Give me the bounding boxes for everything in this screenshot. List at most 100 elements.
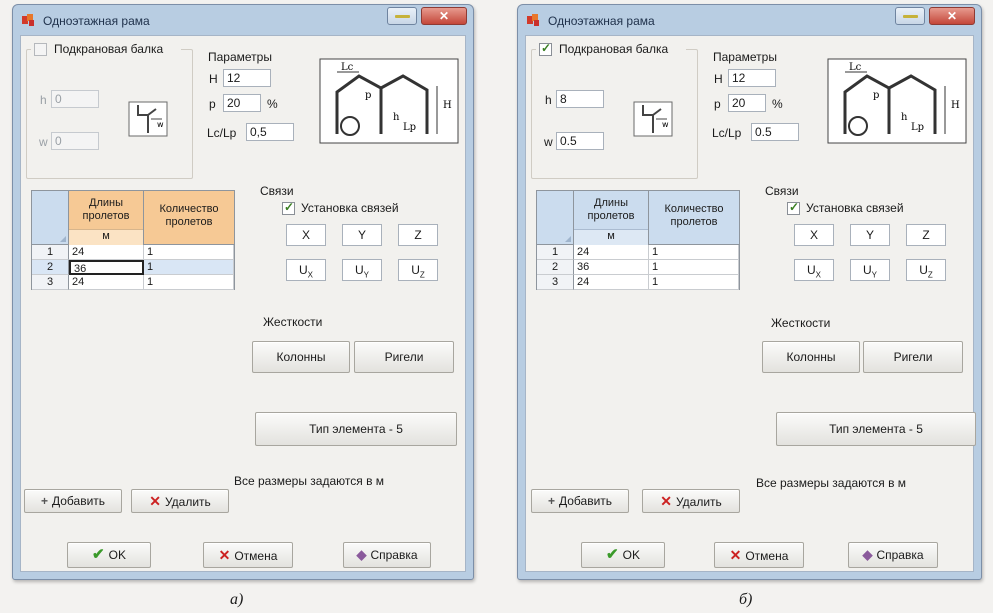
title-bar[interactable]: Одноэтажная рама ✕ bbox=[518, 5, 981, 35]
cell-count[interactable]: 1 bbox=[144, 245, 234, 260]
title-bar[interactable]: Одноэтажная рама ✕ bbox=[13, 5, 473, 35]
ok-button[interactable]: ✔ OK bbox=[67, 542, 151, 568]
w-input[interactable]: 0.5 bbox=[556, 132, 604, 150]
bond-uy-box[interactable]: UY bbox=[342, 259, 382, 281]
help-button[interactable]: ◆ Справка bbox=[343, 542, 431, 568]
params-label: Параметры bbox=[713, 50, 777, 64]
row-number[interactable]: 3 bbox=[32, 275, 69, 290]
cell-count[interactable]: 1 bbox=[144, 260, 234, 275]
header-span-length[interactable]: Длины пролетов м bbox=[69, 191, 144, 245]
header-unit: м bbox=[574, 229, 648, 245]
bond-y-box[interactable]: Y bbox=[850, 224, 890, 246]
svg-text:h: h bbox=[901, 112, 908, 123]
crane-beam-label: Подкрановая балка bbox=[54, 42, 164, 56]
h-input[interactable]: 8 bbox=[556, 90, 604, 108]
uy-sub: Y bbox=[871, 270, 877, 280]
window-title: Одноэтажная рама bbox=[548, 14, 655, 28]
row-number[interactable]: 1 bbox=[537, 245, 574, 260]
svg-text:w: w bbox=[157, 120, 164, 129]
minimize-button[interactable] bbox=[387, 7, 417, 25]
bonds-install-checkbox[interactable] bbox=[787, 200, 800, 215]
p-input[interactable]: 20 bbox=[223, 94, 261, 112]
add-button[interactable]: + Добавить bbox=[531, 489, 629, 513]
ok-button-label: OK bbox=[108, 548, 126, 562]
delete-x-icon: ✕ bbox=[660, 493, 672, 509]
columns-button[interactable]: Колонны bbox=[252, 341, 350, 373]
cancel-button[interactable]: ✕ Отмена bbox=[714, 542, 804, 568]
delete-button[interactable]: ✕ Удалить bbox=[131, 489, 229, 513]
frame-dialog-a: Одноэтажная рама ✕ Подкрановая балка h 0… bbox=[12, 4, 474, 580]
bond-uz-box[interactable]: UZ bbox=[398, 259, 438, 281]
cell-count[interactable]: 1 bbox=[649, 275, 739, 290]
bond-z-box[interactable]: Z bbox=[906, 224, 946, 246]
caption-b: б) bbox=[739, 591, 753, 608]
cancel-button[interactable]: ✕ Отмена bbox=[203, 542, 293, 568]
bond-ux-box[interactable]: UX bbox=[286, 259, 326, 281]
bonds-install-checkbox[interactable] bbox=[282, 200, 295, 215]
element-type-button[interactable]: Тип элемента - 5 bbox=[776, 412, 976, 446]
row-number[interactable]: 2 bbox=[537, 260, 574, 275]
ratio-input[interactable]: 0.5 bbox=[751, 123, 799, 141]
bond-uy-box[interactable]: UY bbox=[850, 259, 890, 281]
cell-length[interactable]: 24 bbox=[69, 245, 144, 260]
bond-y-box[interactable]: Y bbox=[342, 224, 382, 246]
header-span-count[interactable]: Количество пролетов bbox=[649, 191, 739, 245]
p-input[interactable]: 20 bbox=[728, 94, 766, 112]
beams-button[interactable]: Ригели bbox=[863, 341, 963, 373]
cell-length-selected[interactable]: 36 bbox=[69, 260, 144, 275]
h-input[interactable]: 0 bbox=[51, 90, 99, 108]
row-number[interactable]: 3 bbox=[537, 275, 574, 290]
uy-sub: Y bbox=[363, 270, 369, 280]
bond-ux-box[interactable]: UX bbox=[794, 259, 834, 281]
close-button[interactable]: ✕ bbox=[421, 7, 467, 25]
H-input[interactable]: 12 bbox=[728, 69, 776, 87]
svg-text:p: p bbox=[873, 90, 879, 101]
H-label: H bbox=[714, 72, 723, 86]
crane-beam-checkbox[interactable] bbox=[539, 41, 552, 56]
svg-text:Lp: Lp bbox=[403, 122, 416, 133]
element-type-button[interactable]: Тип элемента - 5 bbox=[255, 412, 457, 446]
cell-length[interactable]: 24 bbox=[574, 275, 649, 290]
minimize-button[interactable] bbox=[895, 7, 925, 25]
h-label: h bbox=[545, 93, 552, 107]
w-label: w bbox=[544, 135, 553, 149]
cell-count[interactable]: 1 bbox=[649, 260, 739, 275]
cell-length[interactable]: 24 bbox=[69, 275, 144, 290]
book-icon: ◆ bbox=[862, 547, 873, 562]
ok-button[interactable]: ✔ OK bbox=[581, 542, 665, 568]
header-span-count-text: Количество пролетов bbox=[159, 203, 219, 228]
bond-uz-box[interactable]: UZ bbox=[906, 259, 946, 281]
ratio-input[interactable]: 0,5 bbox=[246, 123, 294, 141]
bond-x-box[interactable]: X bbox=[794, 224, 834, 246]
beams-button[interactable]: Ригели bbox=[354, 341, 454, 373]
row-number[interactable]: 1 bbox=[32, 245, 69, 260]
w-input[interactable]: 0 bbox=[51, 132, 99, 150]
cell-length[interactable]: 36 bbox=[574, 260, 649, 275]
delete-button[interactable]: ✕ Удалить bbox=[642, 489, 740, 513]
close-icon: ✕ bbox=[438, 9, 450, 23]
book-icon: ◆ bbox=[356, 547, 367, 562]
dialog-client: Подкрановая балка h 0 w 0 w Параметры H … bbox=[20, 35, 466, 572]
H-input[interactable]: 12 bbox=[223, 69, 271, 87]
uz-sub: Z bbox=[419, 270, 425, 280]
bond-z-box[interactable]: Z bbox=[398, 224, 438, 246]
cell-length[interactable]: 24 bbox=[574, 245, 649, 260]
minimize-icon bbox=[395, 15, 410, 18]
header-span-count[interactable]: Количество пролетов bbox=[144, 191, 234, 245]
ok-button-label: OK bbox=[622, 548, 640, 562]
row-number[interactable]: 2 bbox=[32, 260, 69, 275]
help-button[interactable]: ◆ Справка bbox=[848, 542, 938, 568]
cell-count[interactable]: 1 bbox=[144, 275, 234, 290]
svg-text:Lc: Lc bbox=[849, 62, 862, 73]
columns-button[interactable]: Колонны bbox=[762, 341, 860, 373]
cell-count[interactable]: 1 bbox=[649, 245, 739, 260]
add-button[interactable]: + Добавить bbox=[24, 489, 122, 513]
header-span-length[interactable]: Длины пролетов м bbox=[574, 191, 649, 245]
close-button[interactable]: ✕ bbox=[929, 7, 975, 25]
app-icon bbox=[22, 14, 34, 26]
bond-x-box[interactable]: X bbox=[286, 224, 326, 246]
crane-beam-checkbox[interactable] bbox=[34, 43, 47, 56]
caption-a: а) bbox=[230, 591, 244, 608]
add-button-label: Добавить bbox=[558, 494, 613, 508]
checkmark-icon: ✔ bbox=[92, 546, 105, 563]
